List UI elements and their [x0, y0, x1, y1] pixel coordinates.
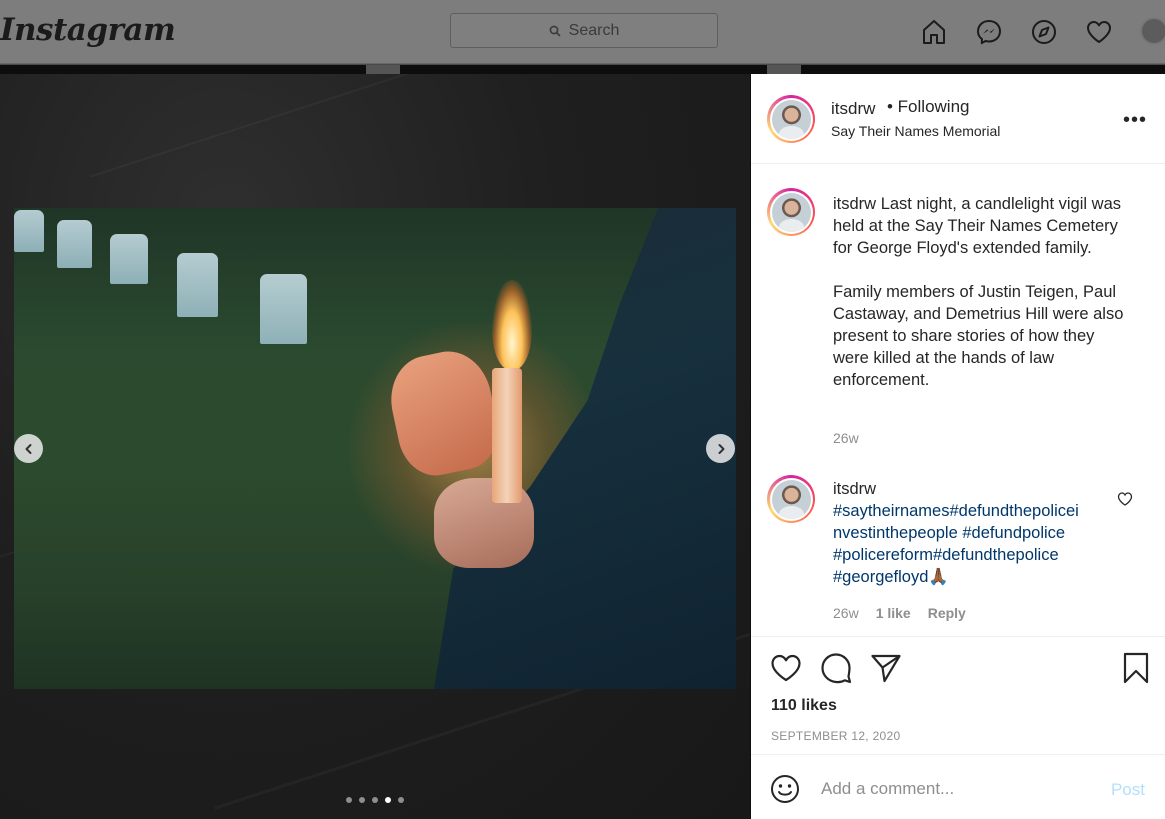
backdrop-fragment [366, 65, 400, 74]
caption-text: itsdrw Last night, a candlelight vigil w… [833, 193, 1133, 391]
messenger-icon[interactable] [973, 16, 1005, 48]
post-location[interactable]: Say Their Names Memorial [831, 123, 1000, 139]
explore-icon[interactable] [1028, 16, 1060, 48]
comment-hashtags-line[interactable]: #saytheirnames#defundthepolicei [833, 500, 1133, 522]
home-icon[interactable] [918, 16, 950, 48]
caption-avatar[interactable] [767, 188, 815, 236]
search-placeholder: Search [568, 21, 620, 39]
activity-heart-icon[interactable] [1083, 16, 1115, 48]
likes-count[interactable]: 110 likes [771, 697, 837, 715]
post-photo[interactable] [14, 208, 736, 689]
post-date[interactable]: SEPTEMBER 12, 2020 [771, 729, 900, 743]
post-side-panel: itsdrw • Following Say Their Names Memor… [751, 74, 1165, 819]
backdrop-fragment [767, 65, 801, 74]
chevron-right-icon [718, 443, 724, 454]
slide-dot [372, 797, 378, 803]
comment-hashtags-line[interactable]: #policereform#defundthepolice [833, 544, 1133, 566]
more-options-icon[interactable]: ••• [1123, 110, 1147, 130]
candle [492, 368, 522, 503]
comment-like-heart-icon[interactable] [1117, 491, 1133, 507]
like-heart-icon[interactable] [769, 651, 803, 685]
search-icon [549, 25, 561, 37]
comments-section[interactable]: itsdrw Last night, a candlelight vigil w… [751, 165, 1165, 636]
instagram-logo[interactable]: Instagram [0, 12, 176, 48]
comment-meta: 26w 1 like Reply [833, 605, 983, 621]
share-paper-plane-icon[interactable] [869, 651, 903, 685]
following-button[interactable]: • Following [887, 97, 970, 117]
slide-dot [346, 797, 352, 803]
next-slide-button[interactable] [706, 434, 735, 463]
comment-timestamp[interactable]: 26w [833, 605, 859, 621]
slide-dot [398, 797, 404, 803]
comment-username[interactable]: itsdrw [833, 478, 1133, 500]
caption-paragraph-1: Last night, a candlelight vigil was held… [833, 195, 1121, 257]
comment-avatar[interactable] [767, 475, 815, 523]
candle-flame [492, 280, 532, 370]
author-avatar[interactable] [767, 95, 815, 143]
caption-meta: 26w [833, 430, 876, 446]
post-header: itsdrw • Following Say Their Names Memor… [751, 74, 1165, 164]
add-comment-bar: Post [751, 754, 1165, 819]
profile-avatar[interactable] [1140, 17, 1165, 45]
chevron-left-icon [25, 443, 31, 454]
previous-slide-button[interactable] [14, 434, 43, 463]
save-bookmark-icon[interactable] [1119, 651, 1153, 685]
slide-dot [359, 797, 365, 803]
comment-hashtags-line[interactable]: #georgefloyd🙏🏾 [833, 566, 1133, 588]
emoji-smiley-icon[interactable] [769, 773, 801, 805]
comment-hashtags-line[interactable]: nvestinthepeople #defundpolice [833, 522, 1133, 544]
add-comment-input[interactable] [821, 775, 1091, 803]
comment-reply-button[interactable]: Reply [928, 605, 966, 621]
post-comment-button[interactable]: Post [1111, 780, 1145, 800]
search-box[interactable]: Search [450, 13, 718, 48]
post-actions: 110 likes SEPTEMBER 12, 2020 [751, 636, 1165, 754]
top-nav-bar: Instagram Search [0, 0, 1165, 64]
caption-username[interactable]: itsdrw [833, 195, 876, 213]
post-media-panel [0, 74, 750, 819]
author-username[interactable]: itsdrw [831, 99, 875, 119]
comment-text: itsdrw #saytheirnames#defundthepolicei n… [833, 478, 1133, 588]
comment-likes-count[interactable]: 1 like [876, 605, 911, 621]
caption-paragraph-2: Family members of Justin Teigen, Paul Ca… [833, 283, 1124, 389]
caption-timestamp[interactable]: 26w [833, 430, 859, 446]
slide-indicator [346, 797, 411, 803]
comment-bubble-icon[interactable] [819, 651, 853, 685]
slide-dot-active [385, 797, 391, 803]
